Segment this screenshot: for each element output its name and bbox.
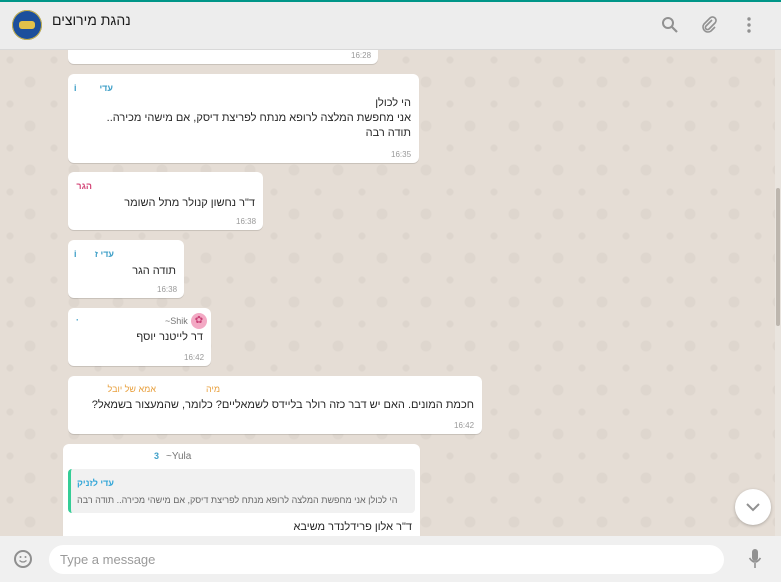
message-bubble: ✿ ~Shik · דר לייטנר יוסף 16:42 xyxy=(68,308,211,366)
message-line: ד"ר אלון פרידלנדר משיבא xyxy=(293,521,413,533)
quoted-message[interactable]: עדי לזניק הי לכולן אני מחפשת המלצה לרופא… xyxy=(68,469,415,513)
message-line: חכמת המונים. האם יש דבר כזה רולר בליידס … xyxy=(91,399,474,411)
quote-sender: עדי לזניק xyxy=(77,478,114,488)
message-time: 16:42 xyxy=(454,421,475,430)
message-line: תודה הגר xyxy=(132,265,176,277)
message-line: ד"ר נחשון קנולר מתל השומר xyxy=(124,197,255,209)
message-time: 16:42 xyxy=(184,353,205,362)
chat-title[interactable]: נהגת מירוצים xyxy=(52,12,131,28)
message-time: 16:38 xyxy=(157,285,178,294)
flower-icon: ✿ xyxy=(191,313,207,329)
message-bubble: עדי ז i תודה הגר 16:38 xyxy=(68,240,184,298)
quote-text: הי לכולן אני מחפשת המלצה לרופא מנתח לפרי… xyxy=(77,495,398,505)
message-sender[interactable]: ~Yula xyxy=(166,451,191,462)
menu-icon[interactable] xyxy=(739,16,759,36)
sender-suffix: i xyxy=(74,249,77,259)
group-avatar[interactable] xyxy=(12,10,42,40)
attach-icon[interactable] xyxy=(699,16,719,36)
message-bubble: 16:28 xyxy=(68,50,378,64)
search-icon[interactable] xyxy=(660,16,680,36)
message-bubble: הגר ד"ר נחשון קנולר מתל השומר 16:38 xyxy=(68,172,263,230)
message-text: דר לייטנר יוסף xyxy=(136,330,203,345)
message-text: חכמת המונים. האם יש דבר כזה רולר בליידס … xyxy=(92,398,474,413)
emoji-icon[interactable] xyxy=(14,550,32,568)
message-bubble: ~Yula 3 עדי לזניק הי לכולן אני מחפשת המל… xyxy=(63,444,420,536)
message-text: ד"ר אלון פרידלנדר משיבא xyxy=(294,520,413,535)
message-input[interactable] xyxy=(49,545,724,574)
message-line: תודה רבה xyxy=(365,127,411,139)
message-line: אני מחפשת המלצה לרופא מנתח לפריצת דיסק, … xyxy=(106,112,411,124)
message-sender[interactable]: מיה xyxy=(206,384,220,394)
message-sender[interactable]: עדי xyxy=(99,83,113,93)
chevron-down-icon xyxy=(746,503,760,512)
message-text: ד"ר נחשון קנולר מתל השומר xyxy=(124,196,255,211)
chat-area[interactable]: 16:28 עדי i הי לכולן אני מחפשת המלצה לרו… xyxy=(0,50,775,536)
message-time: 16:35 xyxy=(391,150,412,159)
sender-extra: אמא של יובל xyxy=(107,384,156,394)
message-line: הי לכולן xyxy=(375,97,411,109)
sender-suffix: i xyxy=(74,83,77,93)
message-time: 16:38 xyxy=(236,217,257,226)
message-bubble: עדי i הי לכולן אני מחפשת המלצה לרופא מנת… xyxy=(68,74,419,163)
scrollbar-thumb[interactable] xyxy=(776,188,780,326)
message-sender[interactable]: ~Shik xyxy=(165,316,188,326)
message-line: דר לייטנר יוסף xyxy=(136,331,203,343)
message-sender[interactable]: הגר xyxy=(76,181,92,191)
mic-icon[interactable] xyxy=(748,547,762,571)
message-time: 16:28 xyxy=(351,51,372,60)
sender-extra: 3 xyxy=(154,451,160,461)
scroll-down-button[interactable] xyxy=(735,489,771,525)
message-text: תודה הגר xyxy=(132,264,176,279)
message-sender[interactable]: עדי ז xyxy=(95,249,114,259)
sender-dot: · xyxy=(76,315,79,325)
message-bubble: מיה אמא של יובל חכמת המונים. האם יש דבר … xyxy=(68,376,482,434)
message-text: הי לכולן אני מחפשת המלצה לרופא מנתח לפרי… xyxy=(107,96,411,141)
chat-header: נהגת מירוצים xyxy=(0,2,781,50)
compose-bar xyxy=(0,536,781,582)
